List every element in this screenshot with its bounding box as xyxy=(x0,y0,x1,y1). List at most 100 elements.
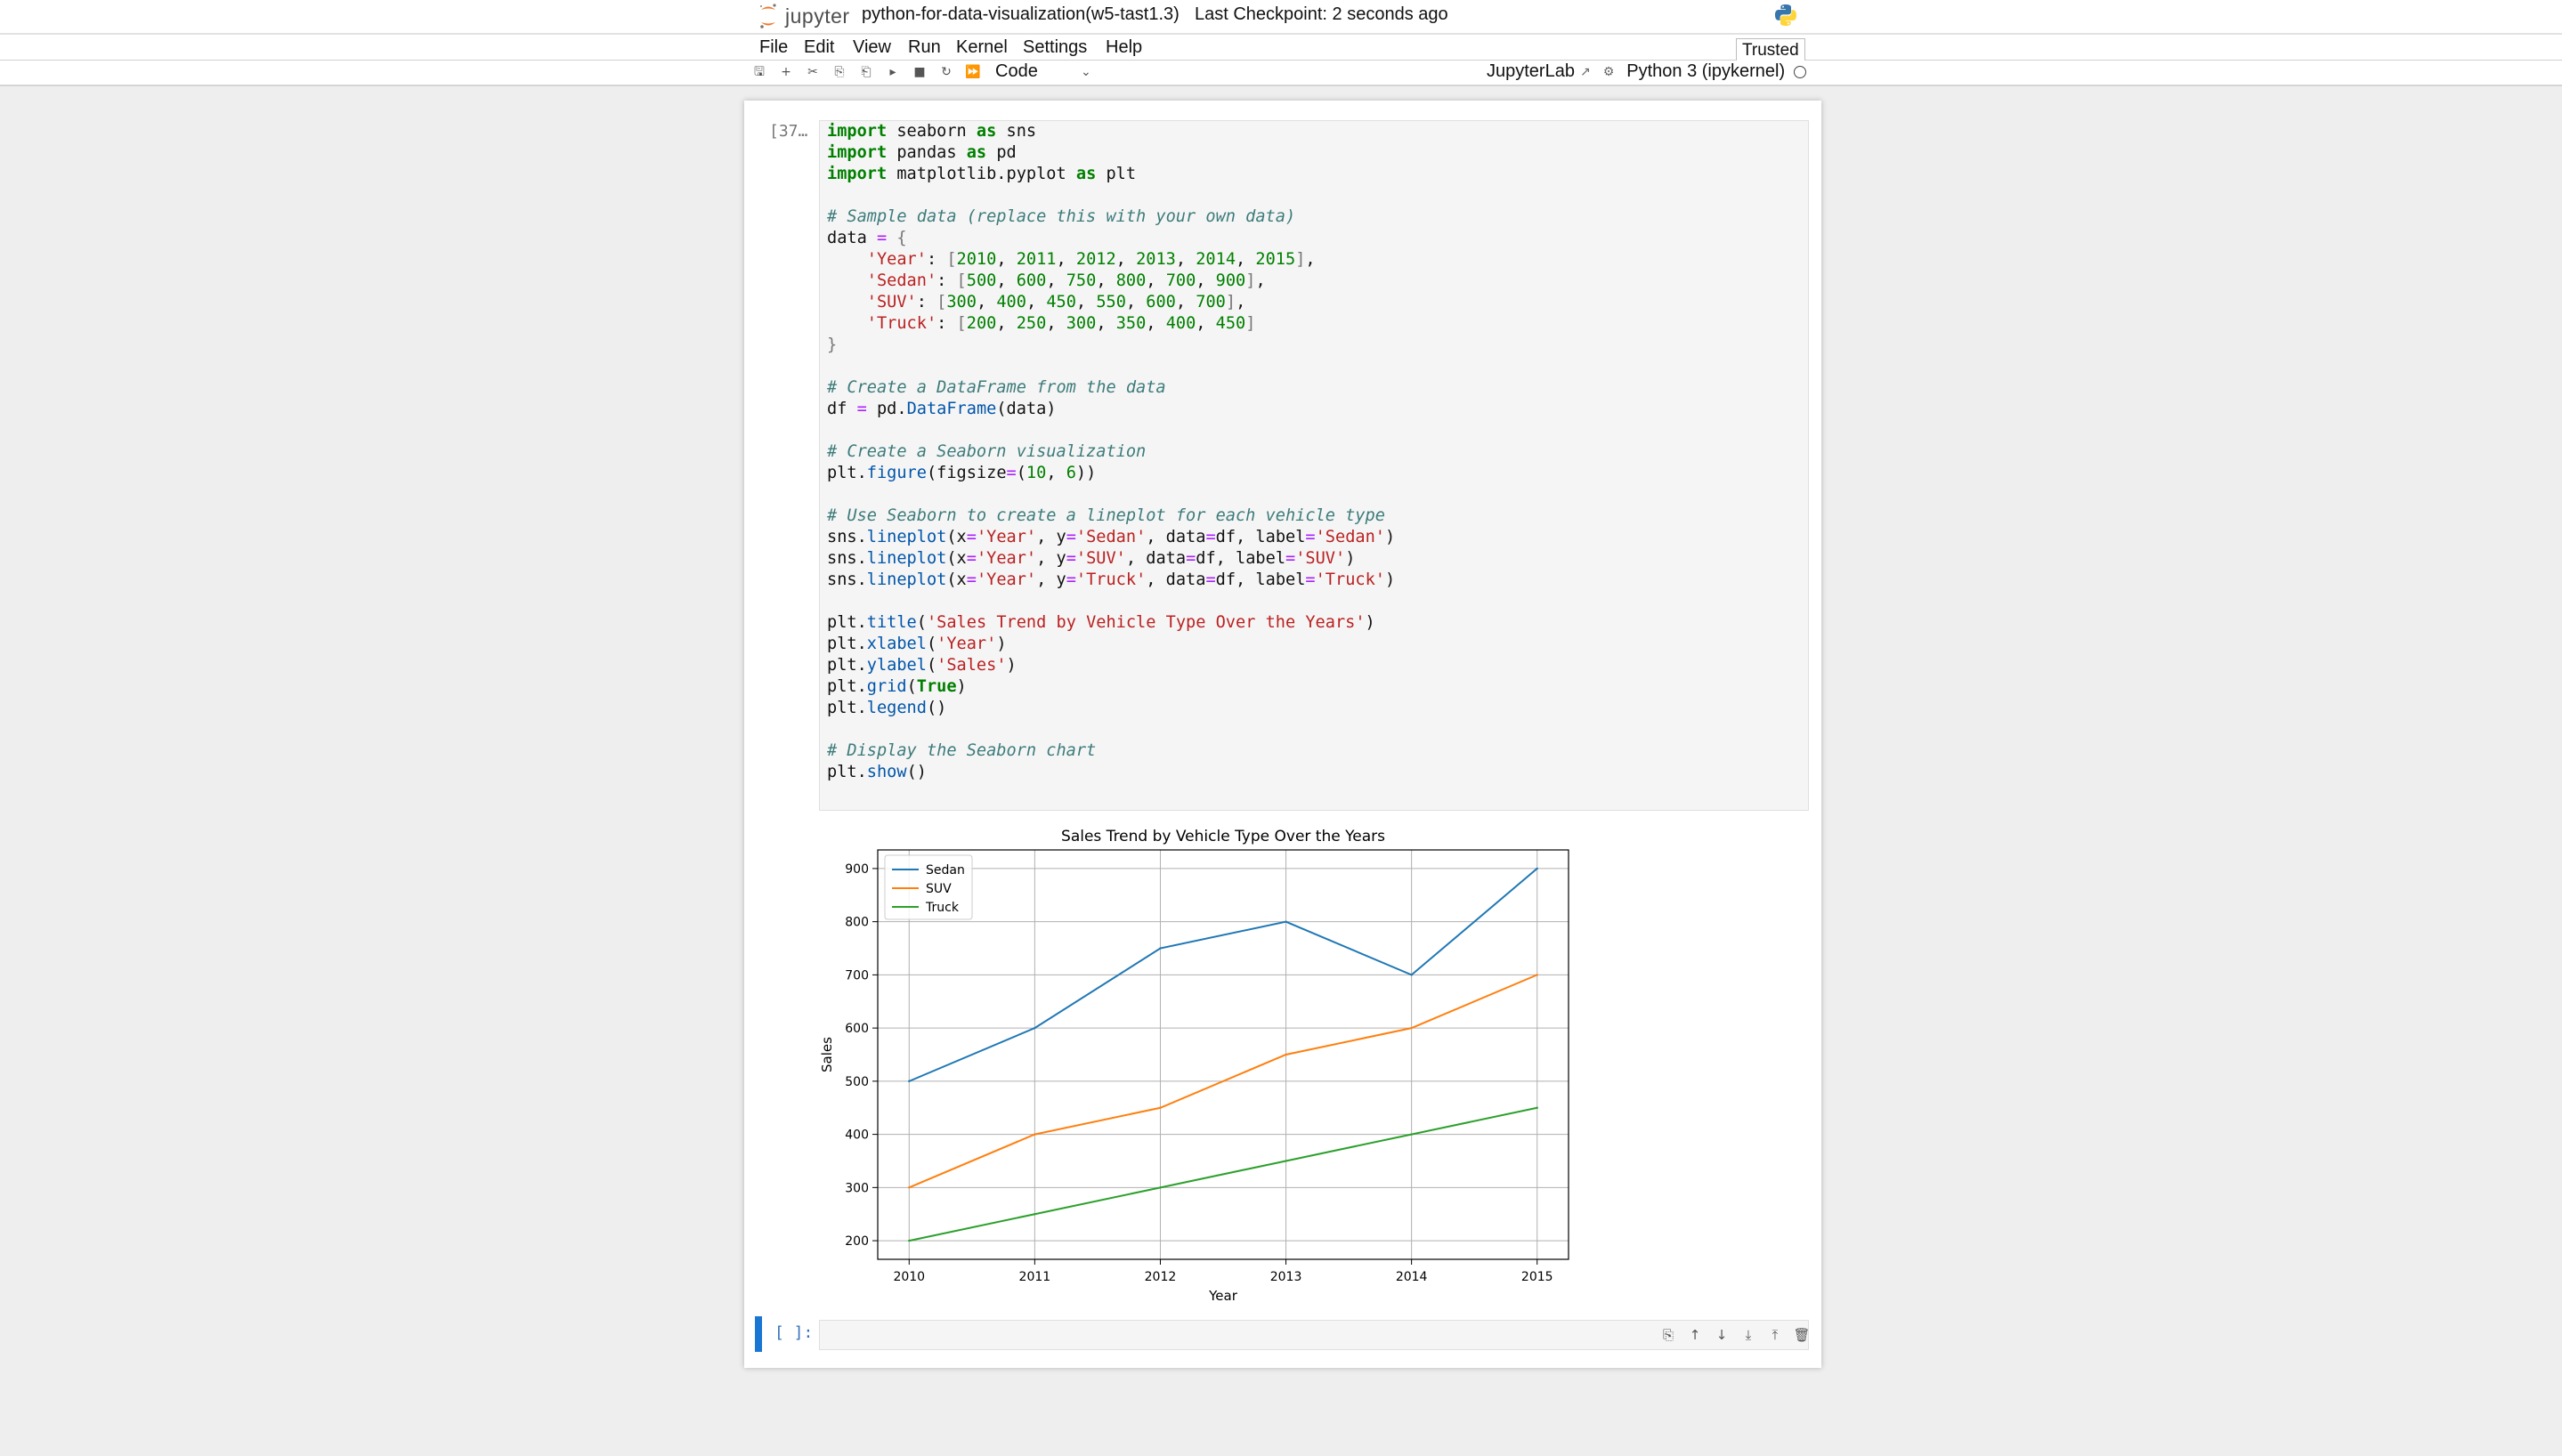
empty-cell-prompt: [ ]: xyxy=(774,1323,814,1342)
code-line: plt.grid(True) xyxy=(827,677,967,696)
y-axis-label: Sales xyxy=(819,1037,835,1072)
data-point-suv xyxy=(1034,1133,1036,1136)
external-link-icon: ↗ xyxy=(1579,64,1591,78)
insert-below-icon[interactable]: ⤓ xyxy=(1739,1326,1757,1344)
legend-label-sedan: Sedan xyxy=(926,863,965,878)
y-tick-label: 400 xyxy=(845,1128,869,1143)
jupyter-logo-icon xyxy=(759,4,776,28)
code-line: plt.ylabel('Sales') xyxy=(827,656,1017,675)
data-point-truck xyxy=(1034,1213,1036,1216)
data-point-truck xyxy=(1536,1106,1538,1109)
menu-kernel[interactable]: Kernel xyxy=(956,37,1008,58)
chevron-down-icon[interactable]: ⌄ xyxy=(1081,64,1091,79)
kernel-idle-icon xyxy=(1794,65,1807,78)
data-point-truck xyxy=(908,1239,911,1242)
code-cell[interactable]: import seaborn as sns import pandas as p… xyxy=(819,120,1809,811)
y-tick-label: 500 xyxy=(845,1075,869,1089)
data-point-truck xyxy=(1159,1186,1162,1189)
y-tick-label: 800 xyxy=(845,916,869,930)
x-axis-label: Year xyxy=(1208,1288,1238,1304)
data-point-suv xyxy=(1536,974,1538,976)
move-up-icon[interactable]: ↑ xyxy=(1686,1326,1704,1344)
menu-help[interactable]: Help xyxy=(1106,37,1142,58)
code-line: import matplotlib.pyplot as plt xyxy=(827,165,1137,183)
code-editor[interactable]: import seaborn as sns import pandas as p… xyxy=(827,121,1395,783)
line-chart: 2010 2011 2012 2013 2014 2015 200 300 400 500 600 7… xyxy=(819,828,1569,1304)
trusted-badge[interactable]: Trusted xyxy=(1736,38,1805,61)
data-point-suv xyxy=(1285,1053,1287,1056)
menu-run[interactable]: Run xyxy=(908,37,941,58)
y-tick-label: 900 xyxy=(845,862,869,877)
code-line: sns.lineplot(x='Year', y='SUV', data=df,… xyxy=(827,549,1356,568)
jupyter-logo[interactable]: jupyter xyxy=(758,3,850,29)
code-line: plt.figure(figsize=(10, 6)) xyxy=(827,464,1097,482)
code-line: data = { xyxy=(827,229,907,247)
notebook-title[interactable]: python-for-data-visualization(w5-tast1.3… xyxy=(862,4,1180,25)
active-cell-marker xyxy=(755,1316,762,1352)
legend-label-truck: Truck xyxy=(925,901,960,915)
y-tick-label: 200 xyxy=(845,1234,869,1249)
data-point-suv xyxy=(1410,1026,1413,1030)
x-tick-label: 2014 xyxy=(1396,1270,1428,1284)
data-point-sedan xyxy=(1536,867,1538,870)
code-line: plt.legend() xyxy=(827,699,947,717)
data-point-sedan xyxy=(1159,947,1162,950)
menu-view[interactable]: View xyxy=(853,37,891,58)
data-point-sedan xyxy=(1410,974,1413,976)
x-tick-label: 2010 xyxy=(893,1270,925,1284)
cell-type-select[interactable]: Code xyxy=(995,61,1038,82)
code-line: sns.lineplot(x='Year', y='Sedan', data=d… xyxy=(827,528,1396,546)
menu-file[interactable]: File xyxy=(759,37,788,58)
code-comment: # Display the Seaborn chart xyxy=(827,741,1097,760)
stop-icon[interactable]: ■ xyxy=(912,64,928,80)
python-icon xyxy=(1775,4,1796,26)
notebook-page: [37… import seaborn as sns import pandas… xyxy=(744,101,1821,1368)
checkpoint-status: Last Checkpoint: 2 seconds ago xyxy=(1195,4,1448,24)
legend-label-suv: SUV xyxy=(926,882,952,896)
save-icon[interactable]: 🖫 xyxy=(751,64,767,80)
cut-icon[interactable]: ✂ xyxy=(805,64,821,80)
data-point-sedan xyxy=(1285,920,1287,923)
data-point-suv xyxy=(1159,1106,1162,1109)
paste-icon[interactable]: ⎗ xyxy=(858,64,874,80)
y-tick-label: 300 xyxy=(845,1181,869,1195)
data-point-sedan xyxy=(908,1080,911,1083)
add-cell-icon[interactable]: + xyxy=(778,64,794,80)
code-line: import seaborn as sns xyxy=(827,122,1037,141)
restart-icon[interactable]: ↻ xyxy=(938,64,954,80)
code-line: 'Year': [2010, 2011, 2012, 2013, 2014, 2… xyxy=(866,250,1316,269)
code-comment: # Use Seaborn to create a lineplot for e… xyxy=(827,506,1385,525)
insert-above-icon[interactable]: ⤒ xyxy=(1766,1326,1784,1344)
code-line: 'Truck': [200, 250, 300, 350, 400, 450] xyxy=(866,314,1256,333)
delete-icon[interactable]: 🗑 xyxy=(1793,1326,1811,1344)
data-point-truck xyxy=(1410,1133,1413,1136)
code-line: df = pd.DataFrame(data) xyxy=(827,400,1057,418)
code-comment: # Sample data (replace this with your ow… xyxy=(827,207,1296,226)
code-line: plt.xlabel('Year') xyxy=(827,635,1007,653)
jupyterlab-link[interactable]: JupyterLab xyxy=(1487,61,1575,82)
logo-text: jupyter xyxy=(785,4,850,28)
data-point-suv xyxy=(908,1186,911,1189)
kernel-status-area: JupyterLab ↗ ⚙ Python 3 (ipykernel) xyxy=(1487,61,1807,82)
series-line-truck xyxy=(909,1106,1537,1242)
chart-title: Sales Trend by Vehicle Type Over the Yea… xyxy=(1061,828,1385,845)
data-point-sedan xyxy=(1034,1026,1036,1030)
code-comment: # Create a DataFrame from the data xyxy=(827,378,1166,397)
x-tick-label: 2013 xyxy=(1270,1270,1302,1284)
menu-edit[interactable]: Edit xyxy=(804,37,834,58)
plot-frame xyxy=(877,849,1569,1260)
kernel-name[interactable]: Python 3 (ipykernel) xyxy=(1626,61,1785,82)
x-tick-label: 2011 xyxy=(1019,1270,1051,1284)
y-tick-label: 600 xyxy=(845,1022,869,1036)
copy-icon[interactable]: ⎘ xyxy=(831,64,847,80)
x-tick-label: 2015 xyxy=(1521,1270,1553,1284)
fast-forward-icon[interactable]: ⏩ xyxy=(965,64,981,80)
run-icon[interactable]: ▸ xyxy=(885,64,901,80)
notebook-toolbar: 🖫 + ✂ ⎘ ⎗ ▸ ■ ↻ ⏩ Code ⌄ JupyterLab ↗ ⚙ … xyxy=(0,61,2562,86)
duplicate-icon[interactable]: ⎘ xyxy=(1659,1326,1677,1344)
menu-settings[interactable]: Settings xyxy=(1023,37,1087,58)
cell-input-prompt: [37… xyxy=(769,122,808,141)
code-line: plt.show() xyxy=(827,763,927,781)
gear-icon[interactable]: ⚙ xyxy=(1603,64,1615,79)
move-down-icon[interactable]: ↓ xyxy=(1713,1326,1731,1344)
